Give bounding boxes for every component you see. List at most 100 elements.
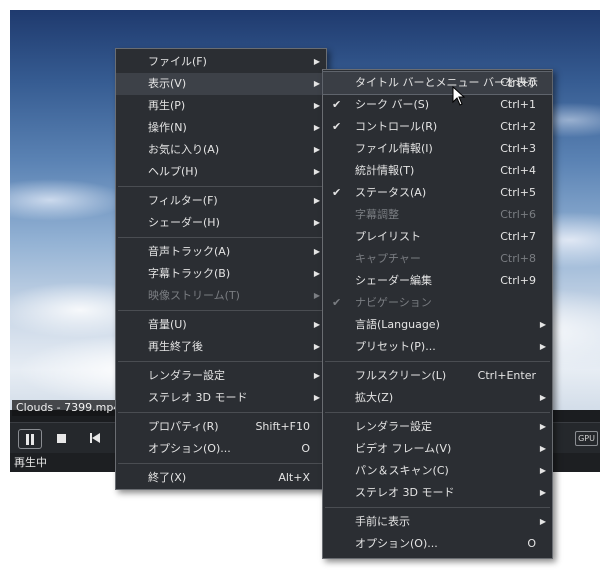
menu-item-label: 統計情報(T): [355, 164, 415, 177]
main-menu-item[interactable]: 再生終了後 ▶: [116, 336, 326, 358]
menu-item-label: ステータス(A): [355, 186, 427, 199]
chevron-right-icon: ▶: [539, 320, 546, 329]
context-menu: ファイル(F) ▶ 表示(V) ▶ 再生(P) ▶ 操作(N) ▶ お気に入り(A) ▶ ヘルプ(H…: [115, 48, 327, 490]
view-submenu-item[interactable]: ビデオ フレーム(V) ▶: [323, 438, 552, 460]
menu-item-label: 言語(Language): [355, 318, 440, 331]
main-menu-item[interactable]: ヘルプ(H) ▶: [116, 161, 326, 183]
chevron-right-icon: ▶: [313, 167, 320, 176]
pause-button[interactable]: [18, 429, 42, 449]
menu-item-label: 終了(X): [148, 471, 187, 484]
view-submenu-item[interactable]: オプション(O)... O: [323, 533, 552, 555]
menu-item-label: 映像ストリーム(T): [148, 289, 240, 302]
menu-item-label: プロパティ(R): [148, 420, 219, 433]
stop-button[interactable]: [50, 429, 72, 447]
menu-item-label: 字幕トラック(B): [148, 267, 231, 280]
menu-item-label: 字幕調整: [355, 208, 399, 221]
view-submenu-item[interactable]: タイトル バーとメニュー バーを表示 Ctrl+0: [322, 71, 553, 95]
menu-item-label: レンダラー設定: [148, 369, 225, 382]
menu-separator: [325, 507, 550, 508]
chevron-right-icon: ▶: [313, 145, 320, 154]
chevron-right-icon: ▶: [539, 342, 546, 351]
view-submenu-item[interactable]: ✔ シーク バー(S) Ctrl+1: [323, 94, 552, 116]
menu-item-shortcut: Ctrl+0: [500, 76, 536, 89]
check-icon: ✔: [332, 186, 342, 199]
menu-item-shortcut: Ctrl+6: [500, 208, 536, 221]
menu-item-label: フルスクリーン(L): [355, 369, 447, 382]
view-submenu-item[interactable]: 手前に表示 ▶: [323, 511, 552, 533]
view-submenu-item[interactable]: 拡大(Z) ▶: [323, 387, 552, 409]
menu-item-label: 表示(V): [148, 77, 187, 90]
check-icon: ✔: [332, 120, 342, 133]
main-menu-item[interactable]: 音量(U) ▶: [116, 314, 326, 336]
menu-item-label: 手前に表示: [355, 515, 410, 528]
main-menu-item[interactable]: フィルター(F) ▶: [116, 190, 326, 212]
main-menu-item[interactable]: ステレオ 3D モード ▶: [116, 387, 326, 409]
menu-item-shortcut: Ctrl+9: [500, 274, 536, 287]
menu-separator: [118, 463, 324, 464]
main-menu-item[interactable]: 字幕トラック(B) ▶: [116, 263, 326, 285]
stop-icon: [56, 433, 66, 443]
view-submenu-item[interactable]: ステレオ 3D モード ▶: [323, 482, 552, 504]
chevron-right-icon: ▶: [313, 123, 320, 132]
menu-item-label: オプション(O)...: [355, 537, 438, 550]
view-submenu-item: キャプチャー Ctrl+8: [323, 248, 552, 270]
menu-item-shortcut: Ctrl+8: [500, 252, 536, 265]
chevron-right-icon: ▶: [313, 57, 320, 66]
main-menu-item[interactable]: 操作(N) ▶: [116, 117, 326, 139]
menu-separator: [118, 186, 324, 187]
menu-item-label: ファイル情報(I): [355, 142, 433, 155]
menu-separator: [325, 361, 550, 362]
view-submenu-item[interactable]: プリセット(P)... ▶: [323, 336, 552, 358]
view-submenu-item[interactable]: 統計情報(T) Ctrl+4: [323, 160, 552, 182]
view-submenu-item[interactable]: ✔ コントロール(R) Ctrl+2: [323, 116, 552, 138]
main-menu-item[interactable]: 終了(X) Alt+X: [116, 467, 326, 489]
menu-item-label: レンダラー設定: [355, 420, 432, 433]
chevron-right-icon: ▶: [313, 342, 320, 351]
menu-item-shortcut: Ctrl+5: [500, 186, 536, 199]
menu-item-label: パン＆スキャン(C): [355, 464, 449, 477]
menu-item-label: プレイリスト: [355, 230, 421, 243]
chevron-right-icon: ▶: [539, 466, 546, 475]
main-menu-item: 映像ストリーム(T) ▶: [116, 285, 326, 307]
chevron-right-icon: ▶: [313, 247, 320, 256]
chevron-right-icon: ▶: [313, 196, 320, 205]
main-menu-item[interactable]: お気に入り(A) ▶: [116, 139, 326, 161]
menu-item-label: ナビゲーション: [355, 296, 432, 309]
menu-item-label: シーク バー(S): [355, 98, 430, 111]
view-submenu-item[interactable]: ファイル情報(I) Ctrl+3: [323, 138, 552, 160]
chevron-right-icon: ▶: [313, 320, 320, 329]
main-menu-item[interactable]: プロパティ(R) Shift+F10: [116, 416, 326, 438]
view-submenu-item[interactable]: シェーダー編集 Ctrl+9: [323, 270, 552, 292]
menu-item-shortcut: Alt+X: [278, 471, 310, 484]
main-menu-item[interactable]: レンダラー設定 ▶: [116, 365, 326, 387]
main-menu-item[interactable]: 音声トラック(A) ▶: [116, 241, 326, 263]
main-menu-item[interactable]: シェーダー(H) ▶: [116, 212, 326, 234]
menu-item-label: プリセット(P)...: [355, 340, 436, 353]
menu-item-label: ファイル(F): [148, 55, 207, 68]
menu-item-shortcut: Ctrl+1: [500, 98, 536, 111]
previous-button[interactable]: [84, 429, 106, 447]
menu-separator: [118, 237, 324, 238]
view-submenu-item[interactable]: プレイリスト Ctrl+7: [323, 226, 552, 248]
menu-item-label: シェーダー(H): [148, 216, 220, 229]
main-menu-item[interactable]: ファイル(F) ▶: [116, 51, 326, 73]
menu-item-label: シェーダー編集: [355, 274, 432, 287]
view-submenu-item[interactable]: フルスクリーン(L) Ctrl+Enter: [323, 365, 552, 387]
view-submenu-item[interactable]: パン＆スキャン(C) ▶: [323, 460, 552, 482]
menu-separator: [118, 412, 324, 413]
chevron-right-icon: ▶: [539, 444, 546, 453]
menu-item-label: コントロール(R): [355, 120, 438, 133]
chevron-right-icon: ▶: [539, 422, 546, 431]
main-menu-item[interactable]: オプション(O)... O: [116, 438, 326, 460]
view-submenu-item[interactable]: レンダラー設定 ▶: [323, 416, 552, 438]
menu-item-shortcut: Ctrl+4: [500, 164, 536, 177]
menu-item-label: 操作(N): [148, 121, 187, 134]
main-menu-item[interactable]: 再生(P) ▶: [116, 95, 326, 117]
main-menu-item[interactable]: 表示(V) ▶: [116, 73, 326, 95]
gpu-badge: GPU: [575, 431, 598, 446]
view-submenu-item[interactable]: 言語(Language) ▶: [323, 314, 552, 336]
menu-item-shortcut: Ctrl+3: [500, 142, 536, 155]
chevron-right-icon: ▶: [313, 101, 320, 110]
menu-item-label: 音声トラック(A): [148, 245, 231, 258]
view-submenu-item[interactable]: ✔ ステータス(A) Ctrl+5: [323, 182, 552, 204]
